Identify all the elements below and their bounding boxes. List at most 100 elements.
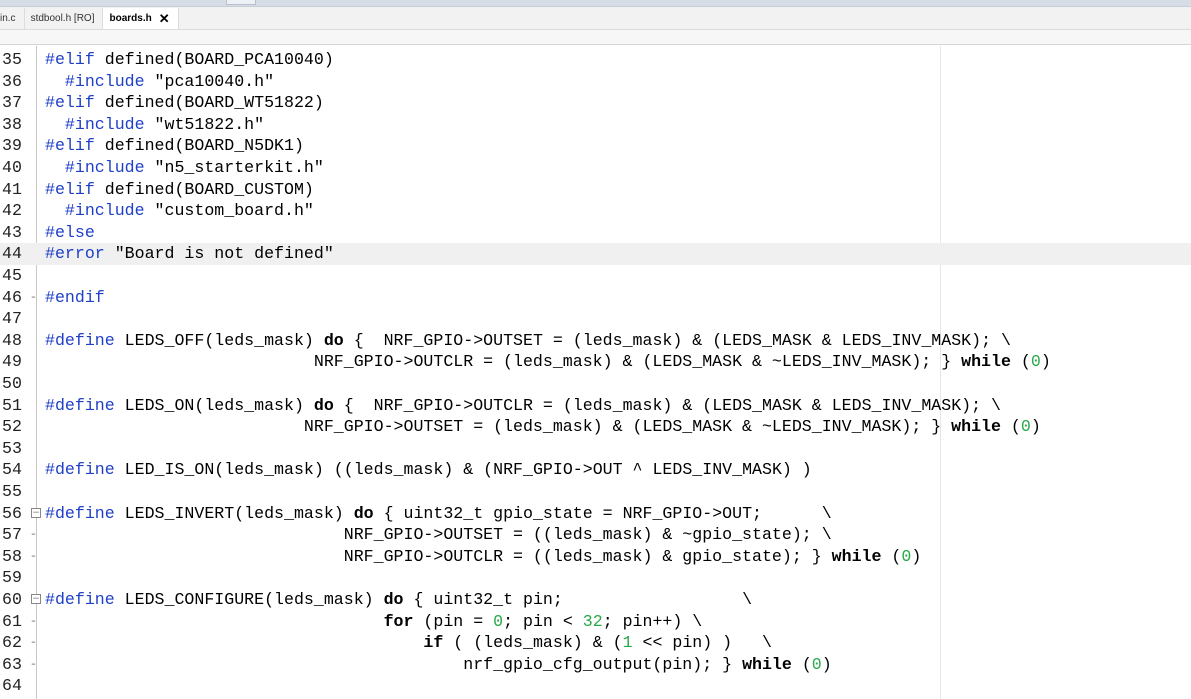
code-line[interactable]: 49 NRF_GPIO->OUTCLR = (leds_mask) & (LED… (0, 351, 1191, 373)
code-token: nrf_gpio_cfg_output(pin); } (45, 654, 743, 674)
line-number: 36 (2, 71, 22, 91)
line-number: 40 (2, 158, 22, 177)
code-token: #elif (45, 179, 95, 199)
code-line[interactable]: 36 #include "pca10040.h" (0, 71, 1191, 93)
tab-boards-h[interactable]: boards.h ✕ (103, 8, 179, 29)
code-line[interactable]: 57 ╴ NRF_GPIO->OUTSET = ((leds_mask) & ~g… (0, 524, 1191, 546)
code-line[interactable]: 51 #define LEDS_ON(leds_mask) do { NRF_GP… (0, 395, 1191, 417)
code-line[interactable]: 52 NRF_GPIO->OUTSET = (leds_mask) & (LED… (0, 416, 1191, 438)
code-line[interactable]: 61 ╴ for (pin = 0; pin < 32; pin++) \ (0, 611, 1191, 633)
code-token: do (313, 395, 334, 415)
code-token: LEDS_INVERT(leds_mask) (114, 503, 354, 523)
code-line[interactable]: 35 #elif defined(BOARD_PCA10040) (0, 49, 1191, 71)
tab-stdbool-h[interactable]: stdbool.h [RO] (25, 8, 104, 29)
code-token: #elif (45, 93, 95, 113)
code-line[interactable]: 42 #include "custom_board.h" (0, 200, 1191, 222)
fold-marker-icon: ╴ (31, 290, 39, 304)
code-line[interactable]: 56− #define LEDS_INVERT(leds_mask) do { u… (0, 503, 1191, 525)
code-token: ( (791, 654, 812, 674)
code-line[interactable]: 43 #else (0, 222, 1191, 244)
code-line[interactable]: 50 (0, 373, 1191, 395)
code-token: #elif (45, 136, 95, 156)
code-line[interactable]: 54 #define LED_IS_ON(leds_mask) ((leds_ma… (0, 459, 1191, 481)
code-token: "pca10040.h" (144, 71, 275, 91)
code-token: LED_IS_ON(leds_mask) ((leds_mask) & (NRF… (114, 460, 812, 480)
tab-bar: in.c stdbool.h [RO] boards.h ✕ (0, 7, 1191, 30)
line-number: 55 (2, 482, 22, 501)
code-line[interactable]: 41 #elif defined(BOARD_CUSTOM) (0, 179, 1191, 201)
code-text: #include "n5_starterkit.h" (45, 157, 324, 179)
code-line[interactable]: 62 ╴ if ( (leds_mask) & (1 << pin) ) \ (0, 632, 1191, 654)
line-number: 60 (2, 590, 22, 609)
code-token: 0 (1020, 417, 1031, 437)
code-token: #include (64, 114, 145, 134)
code-text: #elif defined(BOARD_CUSTOM) (45, 179, 314, 201)
window-handle[interactable] (226, 0, 256, 5)
fold-toggle-icon[interactable]: − (31, 507, 41, 518)
code-text: #include "custom_board.h" (45, 200, 314, 222)
tab-main-c[interactable]: in.c (0, 8, 25, 29)
code-line[interactable]: 48 #define LEDS_OFF(leds_mask) do { NRF_G… (0, 330, 1191, 352)
code-token: NRF_GPIO->OUTCLR = ((leds_mask) & gpio_s… (45, 546, 832, 566)
line-number: 50 (2, 374, 22, 393)
code-text: nrf_gpio_cfg_output(pin); } while (0) (45, 654, 832, 676)
code-token: #define (45, 460, 115, 480)
code-line[interactable]: 53 (0, 438, 1191, 460)
editor-toolbar-strip (0, 30, 1191, 45)
code-token: while (951, 417, 1001, 437)
code-line[interactable]: 44 #error "Board is not defined" (0, 243, 1191, 265)
code-token: #include (64, 201, 145, 221)
code-text: #endif (45, 287, 105, 309)
fold-marker-icon: ╴ (31, 549, 39, 563)
code-token: if (423, 633, 444, 653)
code-token: 0 (901, 546, 912, 566)
fold-marker-icon: ╴ (31, 528, 39, 542)
code-token: #error (45, 244, 105, 264)
code-text: NRF_GPIO->OUTCLR = (leds_mask) & (LEDS_M… (45, 351, 1051, 373)
code-line[interactable]: 63 ╴ nrf_gpio_cfg_output(pin); } while (0… (0, 654, 1191, 676)
close-icon[interactable]: ✕ (159, 12, 170, 25)
fold-toggle-icon[interactable]: − (31, 594, 41, 604)
line-number: 43 (2, 222, 22, 242)
code-token: do (353, 503, 374, 523)
code-token: LEDS_OFF(leds_mask) (114, 330, 324, 350)
line-number: 37 (2, 93, 22, 113)
code-line[interactable]: 64 (0, 675, 1191, 697)
code-token: ) (1040, 352, 1051, 372)
line-number: 35 (2, 50, 22, 69)
code-text: #define LED_IS_ON(leds_mask) ((leds_mask… (45, 459, 812, 481)
code-line[interactable]: 55 (0, 481, 1191, 503)
line-number: 41 (2, 179, 22, 199)
code-token: LEDS_ON(leds_mask) (114, 395, 314, 415)
code-line[interactable]: 47 (0, 308, 1191, 330)
code-line[interactable]: 45 (0, 265, 1191, 287)
code-line[interactable]: 39 #elif defined(BOARD_N5DK1) (0, 135, 1191, 157)
code-token: ; pin++) \ (602, 611, 703, 631)
code-line[interactable]: 58 ╴ NRF_GPIO->OUTCLR = ((leds_mask) & gp… (0, 546, 1191, 568)
line-number: 49 (2, 352, 22, 372)
code-token: LEDS_CONFIGURE(leds_mask) (114, 590, 384, 609)
code-editor[interactable]: 35 #elif defined(BOARD_PCA10040) 36 #inclu… (0, 46, 1191, 699)
line-number: 45 (2, 266, 22, 285)
code-line[interactable]: 60− #define LEDS_CONFIGURE(leds_mask) do … (0, 589, 1191, 611)
code-line[interactable]: 40 #include "n5_starterkit.h" (0, 157, 1191, 179)
line-number: 38 (2, 114, 22, 134)
code-token: do (323, 330, 344, 350)
line-number: 52 (2, 417, 22, 437)
code-text: #error "Board is not defined" (45, 243, 334, 265)
code-token: do (383, 590, 404, 609)
code-token: { NRF_GPIO->OUTCLR = (leds_mask) & (LEDS… (333, 395, 1001, 415)
fold-marker-icon: ╴ (31, 614, 39, 628)
code-token: while (961, 352, 1011, 372)
line-number: 51 (2, 395, 22, 415)
code-line[interactable]: 46 ╴ #endif (0, 287, 1191, 309)
code-line[interactable]: 38 #include "wt51822.h" (0, 114, 1191, 136)
code-text: #include "pca10040.h" (45, 71, 274, 93)
code-line[interactable]: 59 (0, 567, 1191, 589)
code-token: 0 (811, 654, 822, 674)
code-text: #elif defined(BOARD_WT51822) (45, 92, 324, 114)
line-number: 42 (2, 201, 22, 221)
code-line[interactable]: 37 #elif defined(BOARD_WT51822) (0, 92, 1191, 114)
